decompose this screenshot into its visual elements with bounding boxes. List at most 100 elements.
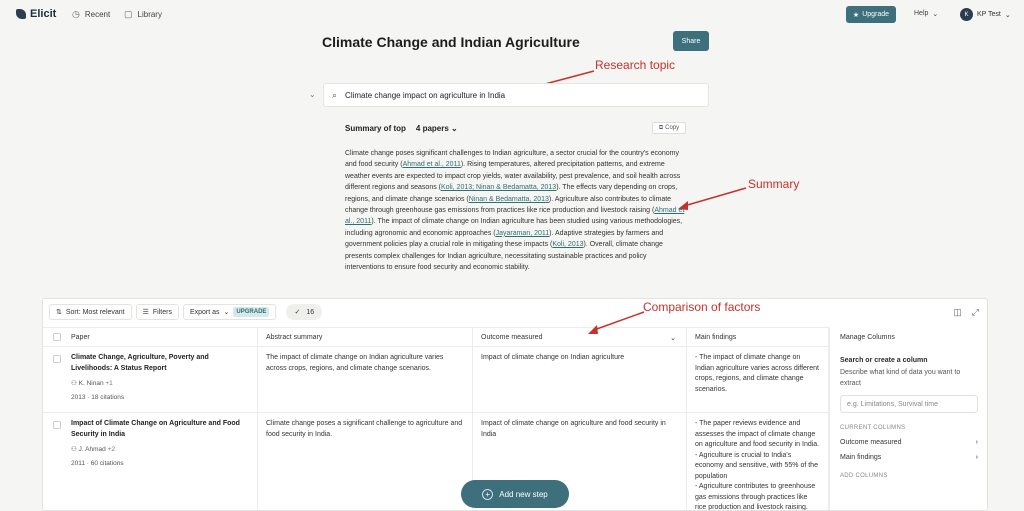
citation-link[interactable]: Jayaraman, 2011 [496,230,550,237]
paper-cell: Climate Change, Agriculture, Poverty and… [43,347,258,412]
filters-label: Filters [152,308,172,316]
add-columns-label: ADD COLUMNS [840,473,888,479]
current-column-item[interactable]: Main findings › [840,454,978,461]
copy-icon: ⧉ [658,124,664,131]
column-header-label: Outcome measured [481,334,543,341]
paper-authors: ⚇ K. Ninan +1 [71,379,249,390]
help-label: Help [914,10,929,17]
author-name: J. Ahmad [78,446,106,453]
share-button[interactable]: Share [673,31,709,51]
papers-selector[interactable]: 4 papers ⌄ [416,124,458,133]
app-name: Elicit [30,8,57,20]
selected-count-button[interactable]: ✓ 16 [286,304,323,320]
findings-cell: - The paper reviews evidence and assesse… [687,413,829,510]
clock-icon: ◷ [72,9,80,19]
panel-controls: ◫ ⤢ [953,307,979,318]
upgrade-label: Upgrade [862,11,890,18]
upgrade-button[interactable]: ★ Upgrade [846,6,896,23]
search-icon: ⌕ [332,89,338,100]
upgrade-badge: UPGRADE [233,307,270,317]
logo-icon [16,9,26,19]
column-header-abstract[interactable]: Abstract summary [258,328,473,347]
add-new-step-button[interactable]: + Add new step [461,480,569,508]
manage-columns-title: Manage Columns [840,333,895,341]
chevron-down-icon: ⌄ [1004,11,1011,19]
check-icon: ✓ [294,309,301,316]
add-new-step-label: Add new step [499,489,548,499]
more-authors: +1 [105,380,113,387]
nav-library-label: Library [137,10,162,19]
people-icon: ⚇ [71,446,77,453]
annotation-summary: Summary [748,177,800,191]
chevron-right-icon: › [975,439,978,446]
page-title: Climate Change and Indian Agriculture [322,34,580,50]
paper-title[interactable]: Impact of Climate Change on Agriculture … [71,419,249,440]
current-column-item[interactable]: Outcome measured › [840,439,978,446]
summary-header: Summary of top 4 papers ⌄ [345,124,458,133]
people-icon: ⚇ [71,380,77,387]
sort-icon: ⇅ [56,309,62,316]
column-header-label: Abstract summary [266,334,323,341]
row-checkbox[interactable] [53,421,61,429]
annotation-arrow-2 [678,187,747,210]
chevron-down-icon: ⌄ [451,124,458,133]
chevron-down-icon[interactable]: ⌄ [670,334,676,342]
copy-label: Copy [665,125,680,131]
sidebar-toggle-icon[interactable]: ◫ [953,307,962,318]
author-name: K. Ninan [78,380,104,387]
paper-authors: ⚇ J. Ahmad +2 [71,445,249,456]
paper-title[interactable]: Climate Change, Agriculture, Poverty and… [71,353,249,374]
export-label: Export as [189,308,220,316]
paper-meta: 2013 · 18 citations [71,393,125,401]
paper-citations: 18 citations [91,393,125,401]
column-header-paper[interactable]: Paper [43,328,258,347]
citation-link[interactable]: Ninan & Bedamatta, 2013 [469,196,549,203]
current-columns-label: CURRENT COLUMNS [840,425,906,431]
paper-cell: Impact of Climate Change on Agriculture … [43,413,258,510]
paper-meta: 2011 · 60 citations [71,459,124,467]
current-column-label: Main findings [840,454,882,461]
user-name: KP Test [977,11,1001,18]
annotation-research-topic: Research topic [595,58,676,72]
star-icon: ★ [852,11,860,19]
nav-recent[interactable]: ◷ Recent [72,9,110,20]
chevron-right-icon: › [975,454,978,461]
column-header-findings[interactable]: Main findings [687,328,829,347]
row-checkbox[interactable] [53,355,61,363]
more-authors: +2 [107,446,115,453]
user-menu[interactable]: K KP Test ⌄ [960,8,1011,21]
table-toolbar: ⇅ Sort: Most relevant ☰ Filters Export a… [49,304,323,320]
expand-icon[interactable]: ⤢ [972,307,979,318]
column-header-outcome[interactable]: Outcome measured ⌄ [473,328,687,347]
copy-button[interactable]: ⧉ Copy [652,122,686,134]
filter-icon: ☰ [142,309,149,316]
summary-text: Climate change poses significant challen… [345,148,685,273]
plus-icon: + [482,488,494,500]
nav-library[interactable]: ▢ Library [124,9,162,20]
search-input[interactable]: ⌕ Climate change impact on agriculture i… [323,83,709,107]
top-bar: Elicit ◷ Recent ▢ Library ★ Upgrade Help… [0,0,1024,30]
sort-button[interactable]: ⇅ Sort: Most relevant [49,304,132,320]
filters-button[interactable]: ☰ Filters [135,304,179,320]
outcome-cell: Impact of climate change on Indian agric… [473,347,687,412]
elicit-logo[interactable]: Elicit [16,8,56,20]
citation-link[interactable]: Koli, 2013 [552,241,583,248]
column-header-label: Main findings [695,334,737,341]
citation-link[interactable]: Ahmad et al., 2011 [403,161,461,168]
collapse-toggle[interactable]: ⌄ [309,90,316,99]
annotation-arrow-3 [588,311,645,334]
nav-recent-label: Recent [84,10,111,19]
paper-year: 2013 [71,393,86,401]
select-all-checkbox[interactable] [53,333,61,341]
chevron-down-icon: ⌄ [223,309,230,316]
export-button[interactable]: Export as ⌄ UPGRADE [182,304,277,320]
column-search-input[interactable]: e.g. Limitations, Survival time [840,395,978,413]
summary-heading: Summary of top [345,124,406,133]
citation-link[interactable]: Koli, 2013; Ninan & Bedamatta, 2013 [441,184,556,191]
chevron-down-icon: ⌄ [932,11,939,18]
findings-cell: - The impact of climate change on Indian… [687,347,829,412]
help-menu[interactable]: Help ⌄ [914,10,938,18]
annotation-comparison: Comparison of factors [643,300,761,314]
book-icon: ▢ [124,9,133,19]
manage-columns-panel: Manage Columns Search or create a column… [829,327,987,510]
